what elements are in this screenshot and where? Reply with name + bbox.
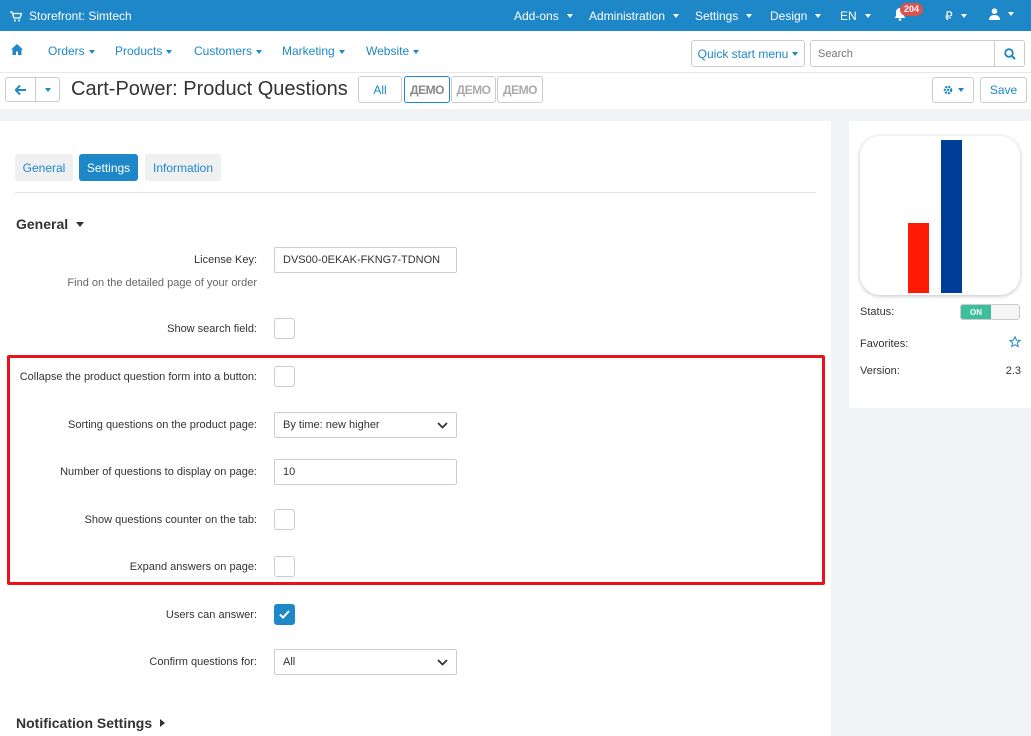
confirm-for-select[interactable]: All xyxy=(274,649,457,675)
store-demo-3-button[interactable]: ДЕМО xyxy=(497,76,543,103)
design-menu[interactable]: Design xyxy=(770,9,822,23)
status-toggle[interactable]: ON xyxy=(960,304,1020,320)
tab-general[interactable]: General xyxy=(15,154,73,181)
chevron-down-icon xyxy=(960,14,967,18)
chevron-down-icon xyxy=(958,88,964,92)
bar-chart-logo-icon xyxy=(908,140,962,293)
administration-menu[interactable]: Administration xyxy=(589,9,680,23)
nav-customers[interactable]: Customers xyxy=(194,44,263,58)
quick-start-menu-button[interactable]: Quick start menu xyxy=(691,40,805,67)
gear-icon xyxy=(943,85,953,95)
design-label: Design xyxy=(770,9,808,23)
chevron-down-icon xyxy=(338,49,345,54)
nav-orders[interactable]: Orders xyxy=(48,44,95,58)
chevron-down-icon xyxy=(437,658,448,666)
demo-logo: ДЕМО xyxy=(456,82,491,97)
demo-logo: ДЕМО xyxy=(503,82,537,97)
caret-right-icon xyxy=(160,719,166,727)
tab-settings[interactable]: Settings xyxy=(79,154,138,181)
users-answer-checkbox[interactable] xyxy=(274,604,295,625)
addons-label: Add-ons xyxy=(514,9,559,23)
nav-customers-label: Customers xyxy=(194,44,253,58)
highlight-frame xyxy=(7,355,825,585)
chevron-down-icon xyxy=(673,14,680,18)
chevron-down-icon xyxy=(746,14,753,18)
section-general-title: General xyxy=(16,216,69,232)
users-answer-label: Users can answer: xyxy=(165,609,257,621)
chevron-down-icon xyxy=(256,49,263,54)
quick-start-label: Quick start menu xyxy=(697,46,789,61)
show-search-checkbox[interactable] xyxy=(274,318,295,339)
chevron-down-icon xyxy=(413,49,420,54)
nav-products[interactable]: Products xyxy=(115,44,173,58)
version-label: Version: xyxy=(860,365,900,377)
chevron-down-icon xyxy=(815,14,822,18)
checkmark-icon xyxy=(279,610,290,619)
page-title: Cart-Power: Product Questions xyxy=(71,78,348,100)
addon-logo xyxy=(860,136,1020,295)
favorites-label: Favorites: xyxy=(860,338,909,350)
section-general-toggle[interactable]: General xyxy=(16,216,85,232)
confirm-for-label: Confirm questions for: xyxy=(149,656,257,668)
settings-menu[interactable]: Settings xyxy=(695,9,753,23)
user-menu[interactable] xyxy=(989,8,1014,20)
confirm-for-value: All xyxy=(283,656,296,668)
currency-menu[interactable]: ₽ xyxy=(945,9,967,23)
nav-website[interactable]: Website xyxy=(366,44,420,58)
tab-information[interactable]: Information xyxy=(145,154,221,181)
chevron-down-icon xyxy=(864,14,871,18)
user-icon xyxy=(989,8,1000,20)
administration-label: Administration xyxy=(589,9,666,23)
top-bar: Storefront: Simtech Add-ons Administrati… xyxy=(0,0,1031,31)
license-key-input[interactable]: DVS00-0EKAK-FKNG7-TDNON xyxy=(274,247,457,273)
star-icon[interactable] xyxy=(1009,336,1021,348)
store-demo-2-button[interactable]: ДЕМО xyxy=(451,76,496,103)
currency-label: ₽ xyxy=(945,9,953,23)
addons-menu[interactable]: Add-ons xyxy=(514,9,573,23)
version-value: 2.3 xyxy=(1005,365,1021,377)
storefront-label: Storefront: Simtech xyxy=(29,9,132,23)
license-key-label: License Key: xyxy=(194,254,257,266)
caret-down-icon xyxy=(76,221,85,227)
nav-website-label: Website xyxy=(366,44,410,58)
status-label: Status: xyxy=(860,306,895,318)
demo-logo: ДЕМО xyxy=(410,82,444,97)
home-icon[interactable] xyxy=(11,44,23,55)
status-toggle-on: ON xyxy=(961,305,991,319)
actions-menu-button[interactable] xyxy=(932,77,974,103)
nav-marketing-label: Marketing xyxy=(282,44,335,58)
tabs-divider xyxy=(15,192,816,193)
settings-label: Settings xyxy=(695,9,739,23)
license-key-help: Find on the detailed page of your order xyxy=(67,277,257,289)
show-search-label: Show search field: xyxy=(167,323,257,335)
all-stores-button[interactable]: All xyxy=(358,76,402,103)
cart-icon xyxy=(10,10,22,21)
nav-marketing[interactable]: Marketing xyxy=(282,44,345,58)
search-icon xyxy=(1003,47,1016,60)
search-input[interactable] xyxy=(810,40,994,67)
nav-orders-label: Orders xyxy=(48,44,85,58)
language-label: EN xyxy=(840,9,857,23)
nav-products-label: Products xyxy=(115,44,163,58)
notifications-badge: 204 xyxy=(900,3,924,16)
chevron-down-icon xyxy=(1008,12,1014,16)
chevron-down-icon xyxy=(44,87,51,92)
chevron-down-icon xyxy=(88,49,95,54)
all-stores-label: All xyxy=(373,82,387,97)
language-menu[interactable]: EN xyxy=(840,9,871,23)
back-button[interactable] xyxy=(5,77,36,102)
search-button[interactable] xyxy=(994,40,1025,67)
section-notifications-toggle[interactable]: Notification Settings xyxy=(16,715,166,731)
history-dropdown-button[interactable] xyxy=(36,77,60,102)
chevron-down-icon xyxy=(566,14,573,18)
save-button[interactable]: Save xyxy=(980,77,1027,103)
storefront-selector[interactable]: Storefront: Simtech xyxy=(10,9,132,23)
chevron-down-icon xyxy=(166,49,173,54)
section-notifications-title: Notification Settings xyxy=(16,715,153,731)
arrow-left-icon xyxy=(15,84,26,95)
chevron-down-icon xyxy=(792,51,799,56)
store-demo-1-button[interactable]: ДЕМО xyxy=(404,76,450,103)
